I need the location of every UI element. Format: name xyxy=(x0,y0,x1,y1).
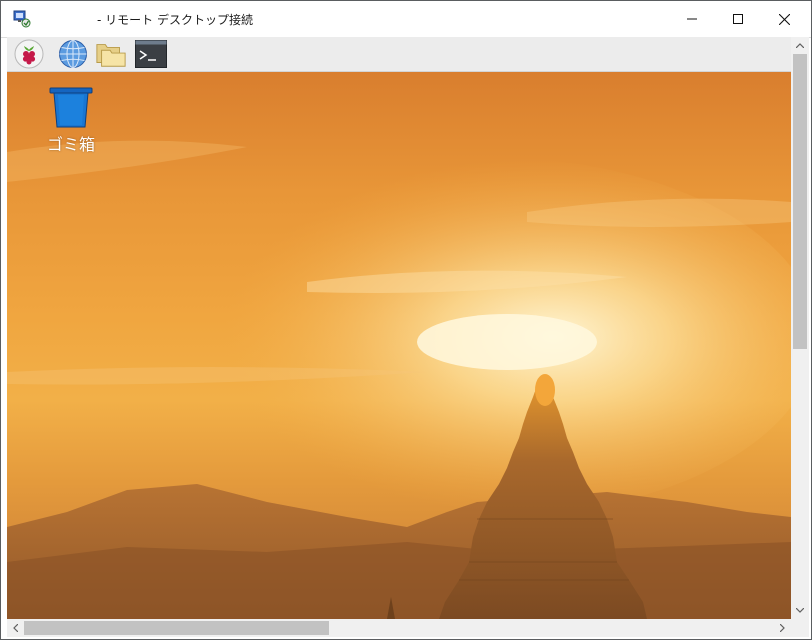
raspberry-pi-icon xyxy=(14,39,44,69)
maximize-icon xyxy=(733,14,743,24)
file-manager-button[interactable] xyxy=(95,39,127,69)
scroll-up-button[interactable] xyxy=(791,37,809,54)
scroll-left-button[interactable] xyxy=(7,619,24,637)
terminal-button[interactable] xyxy=(135,39,167,69)
horizontal-scrollbar[interactable] xyxy=(7,619,791,637)
vertical-scroll-thumb[interactable] xyxy=(793,54,807,349)
desktop-icon-label: ゴミ箱 xyxy=(46,135,95,154)
folder-icon xyxy=(96,44,126,67)
remote-desktop-window: - リモート デスクトップ接続 ゴミ箱 xyxy=(0,0,812,640)
scrollbar-corner xyxy=(791,619,809,637)
minimize-icon xyxy=(687,18,697,20)
chevron-up-icon xyxy=(796,43,804,48)
terminal-icon xyxy=(135,40,167,68)
window-title: - リモート デスクトップ接続 xyxy=(97,13,253,27)
maximize-button[interactable] xyxy=(715,1,761,37)
trash-icon xyxy=(49,87,93,128)
scroll-down-button[interactable] xyxy=(791,602,809,619)
chevron-down-icon xyxy=(796,608,804,613)
horizontal-scroll-thumb[interactable] xyxy=(24,621,329,635)
vertical-scrollbar[interactable] xyxy=(791,37,809,619)
remote-desktop-icon[interactable] xyxy=(13,10,31,28)
scroll-right-button[interactable] xyxy=(774,619,791,637)
raspberry-pi-menu-button[interactable] xyxy=(13,39,45,69)
chevron-right-icon xyxy=(780,624,785,632)
taskbar-panel xyxy=(7,37,791,72)
web-browser-button[interactable] xyxy=(57,39,89,69)
wallpaper-pagoda-sunset xyxy=(7,140,791,619)
desktop-icon-trash[interactable]: ゴミ箱 xyxy=(41,86,101,155)
title-bar[interactable]: - リモート デスクトップ接続 xyxy=(1,1,811,38)
desktop[interactable]: ゴミ箱 xyxy=(7,72,791,619)
close-button[interactable] xyxy=(761,1,807,37)
minimize-button[interactable] xyxy=(669,1,715,37)
chevron-left-icon xyxy=(13,624,18,632)
close-icon xyxy=(778,13,790,25)
globe-icon xyxy=(59,40,87,68)
